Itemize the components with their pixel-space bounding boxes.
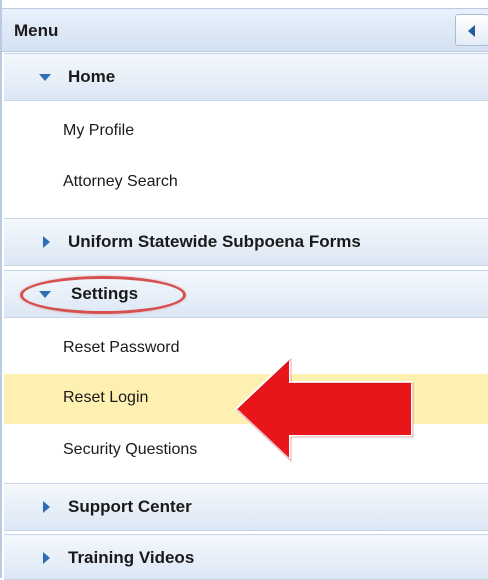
- menu-item-label: My Profile: [63, 122, 135, 139]
- section-support-label: Support Center: [68, 497, 192, 516]
- highlight-oval: [20, 276, 186, 314]
- expanded-arrow-icon: [39, 74, 51, 81]
- section-support-center[interactable]: Support Center: [4, 483, 488, 531]
- section-training-label: Training Videos: [68, 548, 195, 567]
- section-training-videos[interactable]: Training Videos: [4, 534, 488, 580]
- menu-item-label: Reset Login: [63, 389, 149, 406]
- collapsed-arrow-icon: [43, 552, 50, 564]
- menu-item-my-profile[interactable]: My Profile: [4, 107, 488, 157]
- collapsed-arrow-icon: [43, 501, 50, 513]
- menu-item-label: Attorney Search: [63, 173, 178, 190]
- collapsed-arrow-icon: [43, 236, 50, 248]
- menu-item-label: Reset Password: [63, 339, 180, 356]
- section-subpoena-forms[interactable]: Uniform Statewide Subpoena Forms: [4, 218, 488, 266]
- section-home-label: Home: [68, 67, 116, 86]
- section-home[interactable]: Home: [4, 53, 488, 101]
- menu-title: Menu: [14, 21, 59, 40]
- red-arrow-icon: [234, 356, 414, 462]
- menu-item-attorney-search[interactable]: Attorney Search: [4, 158, 488, 208]
- collapse-menu-button[interactable]: [455, 14, 488, 46]
- triangle-left-icon: [468, 25, 475, 37]
- menu-item-label: Security Questions: [63, 441, 198, 458]
- section-subpoena-label: Uniform Statewide Subpoena Forms: [68, 232, 361, 251]
- menu-header: Menu: [2, 8, 488, 52]
